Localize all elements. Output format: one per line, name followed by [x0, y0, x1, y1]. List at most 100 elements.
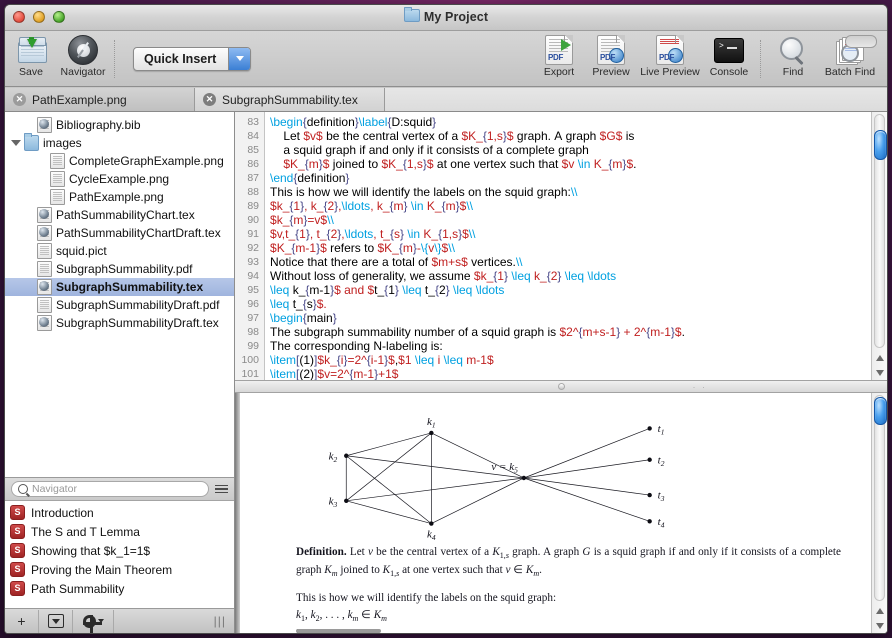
scrollbar-track[interactable] — [874, 395, 885, 601]
scroll-down-button[interactable] — [872, 365, 887, 380]
line-number: 97 — [235, 311, 264, 325]
chevron-down-icon[interactable] — [228, 48, 250, 70]
live-preview-button[interactable]: PDF Live Preview — [637, 31, 703, 78]
tab-bar: ✕ PathExample.png ✕ SubgraphSummability.… — [5, 87, 887, 112]
file-tree-row[interactable]: PathSummabilityChart.tex — [5, 206, 234, 224]
navigator-button[interactable]: Navigator — [57, 31, 109, 78]
navigator-item[interactable]: SShowing that $k_1=1$ — [5, 541, 234, 560]
scroll-up-button[interactable] — [872, 350, 887, 365]
code-line[interactable]: This is how we will identify the labels … — [270, 185, 871, 199]
line-number: 98 — [235, 325, 264, 339]
disclosure-spacer — [24, 265, 33, 274]
scroll-up-button[interactable] — [872, 603, 887, 618]
code-line[interactable]: \leq k_{m-1}$ and $t_{1} \leq t_{2} \leq… — [270, 283, 871, 297]
file-tree-row[interactable]: SubgraphSummabilityDraft.tex — [5, 314, 234, 332]
code-line[interactable]: $k_{1}, k_{2},\ldots, k_{m} \in K_{m}$\\ — [270, 199, 871, 213]
navigator-item[interactable]: SIntroduction — [5, 503, 234, 522]
file-tree[interactable]: Bibliography.bib imagesCompleteGraphExamp… — [5, 112, 234, 478]
file-tree-label: SubgraphSummabilityDraft.pdf — [56, 298, 219, 312]
navigator-item[interactable]: SProving the Main Theorem — [5, 560, 234, 579]
find-button[interactable]: Find — [767, 31, 819, 78]
toolbar-separator — [114, 40, 116, 78]
batch-find-button-label: Batch Find — [825, 66, 875, 78]
file-tree-row[interactable]: PathSummabilityChartDraft.tex — [5, 224, 234, 242]
pdf-page-surface[interactable]: k1k2k3k4v = k5t1t2t3t4 Definition. Let v… — [240, 393, 871, 633]
file-tree-row[interactable]: squid.pict — [5, 242, 234, 260]
resize-grip-icon[interactable]: ||| — [214, 614, 226, 628]
code-line[interactable]: $v,t_{1}, t_{2},\ldots, t_{s} \in K_{1,s… — [270, 227, 871, 241]
graph-edge — [524, 460, 650, 478]
scroll-down-button[interactable] — [872, 618, 887, 633]
scrollbar-thumb[interactable] — [874, 130, 887, 160]
file-tree-row[interactable]: CycleExample.png — [5, 170, 234, 188]
tab-subgraphsummability-tex[interactable]: ✕ SubgraphSummability.tex — [195, 88, 385, 111]
graph-edge — [346, 478, 524, 501]
file-tree-row[interactable]: SubgraphSummabilityDraft.pdf — [5, 296, 234, 314]
code-line[interactable]: Let $v$ be the central vertex of a $K_{1… — [270, 129, 871, 143]
action-dropdown-button[interactable] — [39, 610, 73, 633]
tab-label: SubgraphSummability.tex — [222, 93, 358, 107]
navigator-item-label: Showing that $k_1=1$ — [31, 544, 150, 558]
splitter-grip-icon — [558, 383, 565, 390]
navigator-search-placeholder: Navigator — [32, 483, 77, 495]
navigator-item[interactable]: SThe S and T Lemma — [5, 522, 234, 541]
graph-node — [647, 519, 651, 523]
code-text-area[interactable]: \begin{definition}\label{D:squid} Let $v… — [265, 112, 871, 380]
file-tree-row[interactable]: Bibliography.bib — [5, 116, 234, 134]
code-line[interactable]: \end{definition} — [270, 171, 871, 185]
disclosure-triangle-icon[interactable] — [11, 139, 20, 148]
code-line[interactable]: The corresponding N-labeling is: — [270, 339, 871, 353]
file-tree-row[interactable]: SubgraphSummability.tex — [5, 278, 234, 296]
console-button[interactable]: > Console — [703, 31, 755, 78]
code-line[interactable]: $K_{m-1}$ refers to $K_{m}-\{v\}$\\ — [270, 241, 871, 255]
code-line[interactable]: \item[(1)]$k_{i}=2^{i-1}$,$1 \leq i \leq… — [270, 353, 871, 367]
save-button[interactable]: Save — [5, 31, 57, 78]
navigator-menu-icon[interactable] — [215, 485, 228, 494]
navigator-item-label: Path Summability — [31, 582, 124, 596]
add-file-label: + — [17, 613, 25, 629]
pdf-second-paragraph: This is how we will identify the labels … — [296, 591, 841, 606]
pane-splitter[interactable]: · · — [235, 380, 887, 393]
code-line[interactable]: \leq t_{s}$. — [270, 297, 871, 311]
add-file-button[interactable]: + — [5, 610, 39, 633]
code-line[interactable]: Without loss of generality, we assume $k… — [270, 269, 871, 283]
export-button[interactable]: PDF Export — [533, 31, 585, 78]
file-tree-row[interactable]: images — [5, 134, 234, 152]
navigator-list[interactable]: SIntroductionSThe S and T LemmaSShowing … — [5, 501, 234, 608]
preview-button[interactable]: PDF Preview — [585, 31, 637, 78]
section-badge-icon: S — [10, 505, 25, 520]
quick-insert-dropdown[interactable]: Quick Insert — [133, 47, 251, 71]
export-button-label: Export — [544, 66, 574, 78]
code-line[interactable]: $K_{m}$ joined to $K_{1,s}$ at one verte… — [270, 157, 871, 171]
code-line[interactable]: a squid graph if and only if it consists… — [270, 143, 871, 157]
code-line[interactable]: $k_{m}=v$\\ — [270, 213, 871, 227]
settings-button[interactable] — [73, 610, 114, 633]
code-line[interactable]: Notice that there are a total of $m+s$ v… — [270, 255, 871, 269]
window-body: Bibliography.bib imagesCompleteGraphExamp… — [5, 112, 887, 633]
navigator-item[interactable]: S Path Summability — [5, 579, 234, 598]
scrollbar-thumb[interactable] — [874, 397, 887, 425]
title-bar[interactable]: My Project — [5, 5, 887, 31]
tex-file-icon — [37, 315, 52, 331]
file-tree-label: Bibliography.bib — [56, 118, 141, 132]
graph-edge — [346, 501, 431, 524]
code-line[interactable]: \begin{definition}\label{D:squid} — [270, 115, 871, 129]
line-number: 85 — [235, 143, 264, 157]
section-badge-icon: S — [10, 581, 25, 596]
close-icon[interactable]: ✕ — [203, 93, 216, 106]
preview-vertical-scrollbar[interactable] — [871, 393, 887, 633]
code-line[interactable]: \item[(2)]$v=2^{m-1}+1$ — [270, 367, 871, 380]
code-line[interactable]: \begin{main} — [270, 311, 871, 325]
tab-pathexample-png[interactable]: ✕ PathExample.png — [5, 88, 195, 111]
desktop-background: My Project Save Navigator Quick Insert — [0, 0, 892, 638]
editor-vertical-scrollbar[interactable] — [871, 112, 887, 380]
code-line[interactable]: The subgraph summability number of a squ… — [270, 325, 871, 339]
navigator-search-input[interactable]: Navigator — [11, 481, 209, 497]
close-icon[interactable]: ✕ — [13, 93, 26, 106]
file-tree-row[interactable]: SubgraphSummability.pdf — [5, 260, 234, 278]
disclosure-spacer — [24, 247, 33, 256]
file-tree-row[interactable]: CompleteGraphExample.png — [5, 152, 234, 170]
file-tree-row[interactable]: PathExample.png — [5, 188, 234, 206]
toolbar-toggle-pill[interactable] — [845, 35, 877, 48]
disclosure-spacer — [24, 301, 33, 310]
